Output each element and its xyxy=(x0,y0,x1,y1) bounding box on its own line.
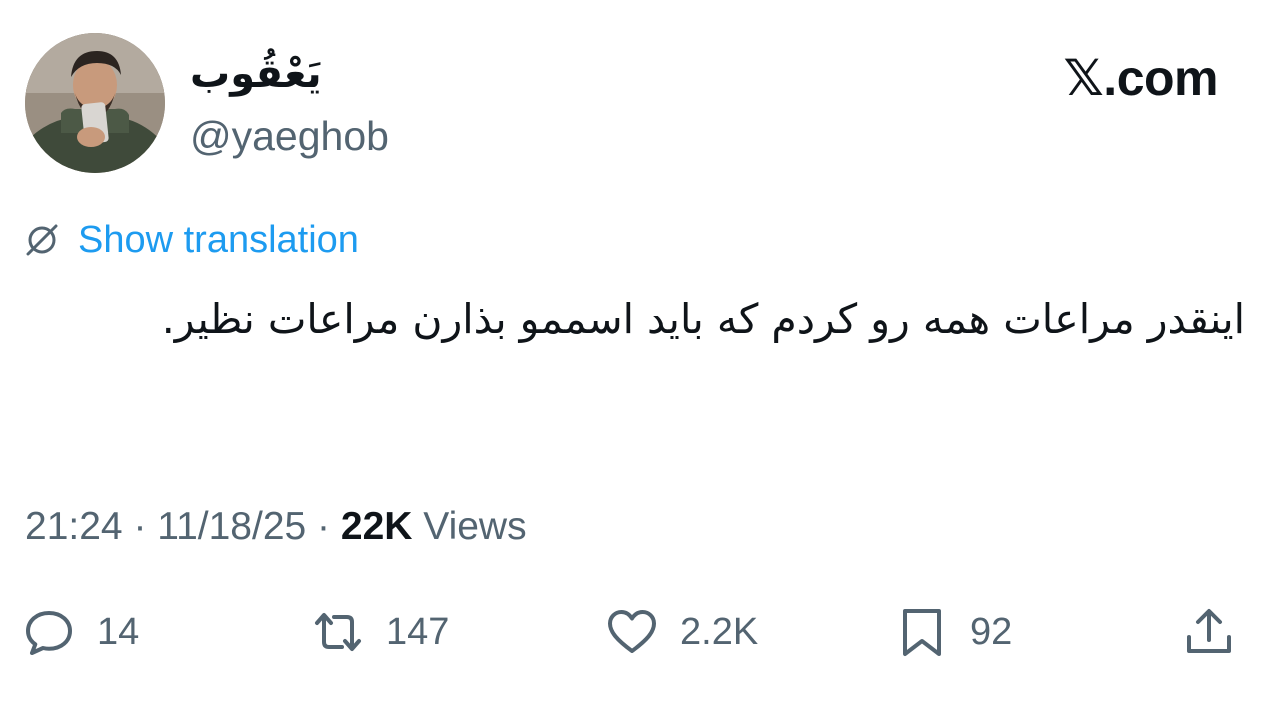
repost-button[interactable]: 147 xyxy=(312,600,449,664)
show-translation-button[interactable]: Show translation xyxy=(22,216,359,264)
bookmark-icon xyxy=(896,606,948,658)
globe-icon xyxy=(22,220,62,260)
heart-icon xyxy=(606,606,658,658)
meta-separator: · xyxy=(306,505,341,548)
tweet-date[interactable]: 11/18/25 xyxy=(157,505,306,548)
bookmark-button[interactable]: 92 xyxy=(896,600,1012,664)
views-label: Views xyxy=(412,505,527,548)
meta-separator: · xyxy=(122,505,158,548)
tweet-meta: 21:24 · 11/18/25 · 22K Views xyxy=(25,502,527,552)
display-name[interactable]: يَعْقُوب xyxy=(190,46,322,102)
share-button[interactable] xyxy=(1183,600,1235,664)
like-count: 2.2K xyxy=(680,611,759,653)
avatar-photo xyxy=(25,33,165,173)
repost-count: 147 xyxy=(386,611,450,653)
show-translation-label: Show translation xyxy=(78,219,359,261)
tweet-time[interactable]: 21:24 xyxy=(25,505,123,548)
reply-count: 14 xyxy=(97,611,140,653)
reply-button[interactable]: 14 xyxy=(23,600,139,664)
avatar[interactable] xyxy=(25,33,165,173)
action-bar: 14 147 2.2K 92 xyxy=(0,600,1273,664)
reply-icon xyxy=(23,606,75,658)
user-handle[interactable]: @yaeghob xyxy=(190,112,389,160)
repost-icon xyxy=(312,606,364,658)
tweet-text: اینقدر مراعات همه رو کردم که باید اسممو … xyxy=(161,295,1245,343)
views-count[interactable]: 22K xyxy=(341,505,413,548)
brand-logo: 𝕏.com xyxy=(1063,50,1219,106)
bookmark-count: 92 xyxy=(970,611,1013,653)
like-button[interactable]: 2.2K xyxy=(606,600,758,664)
share-icon xyxy=(1183,606,1235,658)
